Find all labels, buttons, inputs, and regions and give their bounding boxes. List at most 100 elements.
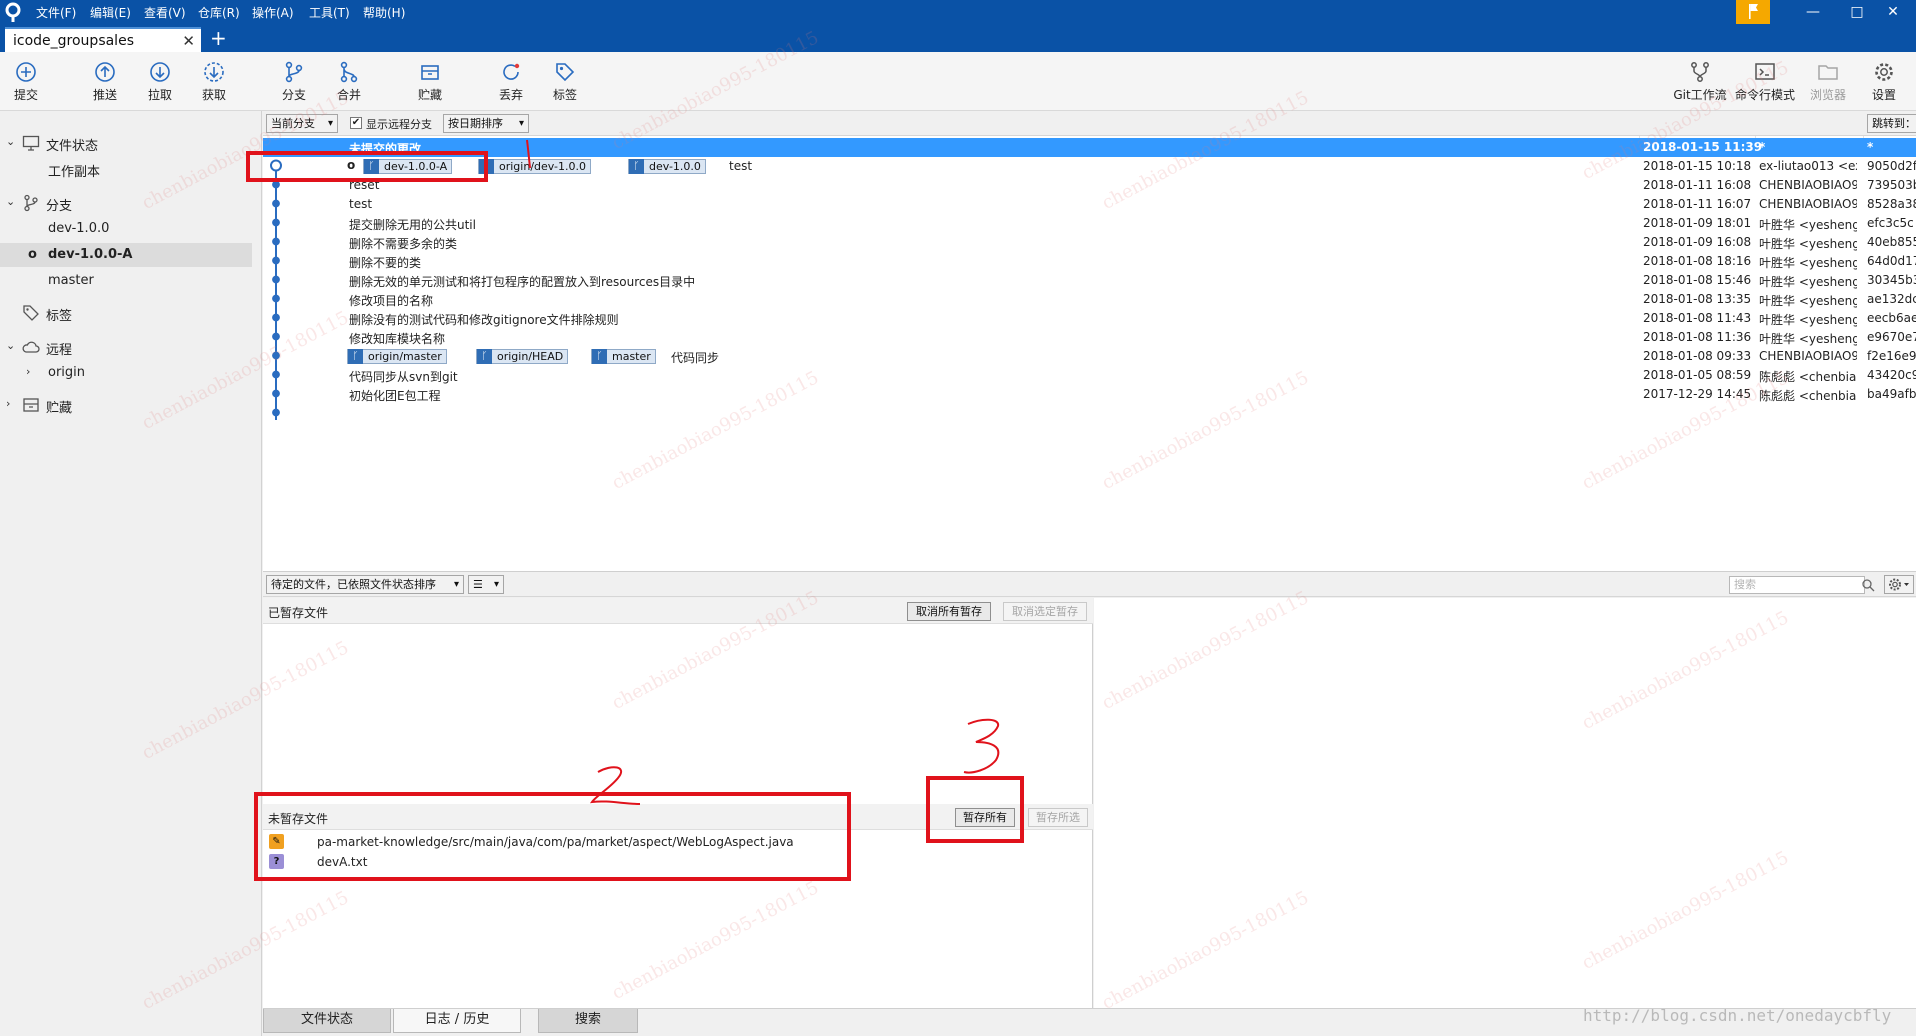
- tab-log-history[interactable]: 日志 / 历史: [393, 1009, 521, 1033]
- uncommitted-changes-row[interactable]: 未提交的更改 2018-01-15 11:39 * *: [263, 138, 1916, 157]
- commit-row[interactable]: test 2018-01-11 16:07 CHENBIAOBIAO9 8528a38: [263, 195, 1916, 214]
- branch-filter-select[interactable]: 当前分支: [266, 114, 338, 133]
- pull-icon: [150, 62, 170, 82]
- commit-description: 代码同步从svn到git: [349, 370, 458, 384]
- commit-author: 叶胜华 <yeshengl: [1759, 294, 1857, 308]
- commit-row[interactable]: 删除没有的测试代码和修改gitignore文件排除规则 2018-01-08 11…: [263, 309, 1916, 328]
- sidebar-item-branch[interactable]: dev-1.0.0: [0, 217, 252, 241]
- fetch-button[interactable]: 获取: [188, 56, 240, 108]
- sidebar-item-branch-current[interactable]: o dev-1.0.0-A: [0, 243, 252, 267]
- chevron-down-icon[interactable]: ⌄: [6, 135, 15, 148]
- push-button[interactable]: 推送: [79, 56, 131, 108]
- minimize-button[interactable]: —: [1790, 0, 1836, 25]
- commit-description: 初始化团E包工程: [349, 389, 441, 403]
- commit-date: 2017-12-29 14:45: [1643, 387, 1752, 401]
- commit-row[interactable]: origin/master origin/HEAD master 代码同步 2018-0…: [263, 347, 1916, 366]
- stage-selected-button[interactable]: 暂存所选: [1028, 808, 1088, 827]
- discard-button[interactable]: 丢弃: [485, 56, 537, 108]
- tab-file-status[interactable]: 文件状态: [263, 1009, 391, 1033]
- chevron-right-icon[interactable]: ›: [6, 397, 10, 410]
- commit-row[interactable]: dev-1.0.0-Aorigin/dev-1.0.0dev-1.0.0otes…: [263, 157, 1916, 176]
- commit-row[interactable]: reset 2018-01-11 16:08 CHENBIAOBIAO9 739503…: [263, 176, 1916, 195]
- commit-date: 2018-01-08 09:33: [1643, 349, 1752, 363]
- repo-tab[interactable]: icode_groupsales ✕: [5, 27, 201, 52]
- settings-button[interactable]: 设置: [1858, 56, 1910, 108]
- branch-tag[interactable]: master: [591, 349, 656, 364]
- sidebar-section-tags[interactable]: 标签: [0, 301, 252, 325]
- tab-search[interactable]: 搜索: [538, 1009, 638, 1033]
- commit-row[interactable]: 修改知库模块名称 2018-01-08 11:36 叶胜华 <yeshengl e96…: [263, 328, 1916, 347]
- commit-description: 删除无效的单元测试和将打包程序的配置放入到resources目录中: [349, 275, 696, 289]
- sidebar-section-stashes[interactable]: › 贮藏: [0, 393, 252, 417]
- chevron-down-icon[interactable]: ⌄: [6, 195, 15, 208]
- commit-row[interactable]: 初始化团E包工程 2017-12-29 14:45 陈彪彪 <chenbiac ba4…: [263, 385, 1916, 404]
- jump-to-select[interactable]: 跳转到：: [1867, 114, 1916, 133]
- menu-actions[interactable]: 操作(A): [252, 4, 294, 21]
- notification-flag-button[interactable]: [1736, 0, 1770, 24]
- menu-view[interactable]: 查看(V): [144, 4, 186, 21]
- commit-row[interactable]: 代码同步从svn到git 2018-01-05 08:59 陈彪彪 <chenbia…: [263, 366, 1916, 385]
- close-window-button[interactable]: ✕: [1870, 0, 1916, 25]
- title-bar: 文件(F) 编辑(E) 查看(V) 仓库(R) 操作(A) 工具(T) 帮助(H…: [0, 0, 1916, 25]
- diff-pane[interactable]: [1094, 598, 1916, 1008]
- file-search-input[interactable]: 搜索: [1729, 576, 1865, 594]
- commit-author: CHENBIAOBIAO9: [1759, 349, 1857, 363]
- unstage-all-button[interactable]: 取消所有暂存: [907, 602, 991, 621]
- branch-tag[interactable]: origin/HEAD: [476, 349, 569, 364]
- commit-row[interactable]: 删除不要的类 2018-01-08 18:16 叶胜华 <yeshengl 64d0d…: [263, 252, 1916, 271]
- commit-date: 2018-01-08 11:43: [1643, 311, 1752, 325]
- sidebar-item-remote[interactable]: › origin: [0, 361, 252, 385]
- commit-date: 2018-01-11 16:07: [1643, 197, 1752, 211]
- branch-tag[interactable]: origin/master: [347, 349, 447, 364]
- chevron-right-icon[interactable]: ›: [26, 365, 30, 378]
- commit-author: 陈彪彪 <chenbiac: [1759, 389, 1857, 403]
- search-icon: [1862, 579, 1875, 592]
- cloud-icon: [22, 341, 40, 353]
- menu-tools[interactable]: 工具(T): [309, 4, 350, 21]
- unstage-selected-button[interactable]: 取消选定暂存: [1003, 602, 1087, 621]
- add-tab-button[interactable]: +: [210, 27, 227, 49]
- show-remote-checkbox[interactable]: ✔: [350, 117, 362, 129]
- annotation-number-3: [963, 718, 1000, 774]
- explorer-button[interactable]: 浏览器: [1802, 56, 1854, 108]
- commit-row[interactable]: 提交删除无用的公共util 2018-01-09 18:01 叶胜华 <yeshen…: [263, 214, 1916, 233]
- merge-button[interactable]: 合并: [323, 56, 375, 108]
- git-flow-button[interactable]: Git工作流: [1670, 56, 1730, 108]
- sort-order-select[interactable]: 按日期排序: [443, 114, 529, 133]
- sidebar-item-branch[interactable]: master: [0, 269, 252, 293]
- commit-hash: 43420c9: [1867, 368, 1916, 382]
- tag-icon: [556, 63, 575, 82]
- commit-row[interactable]: 修改项目的名称 2018-01-08 13:35 叶胜华 <yeshengl ae13…: [263, 290, 1916, 309]
- commit-row[interactable]: 删除不需要多余的类 2018-01-09 16:08 叶胜华 <yeshengl 40…: [263, 233, 1916, 252]
- close-tab-icon[interactable]: ✕: [182, 32, 195, 50]
- commit-row[interactable]: 删除无效的单元测试和将打包程序的配置放入到resources目录中 2018-01…: [263, 271, 1916, 290]
- menu-repository[interactable]: 仓库(R): [198, 4, 240, 21]
- sidebar-section-branches[interactable]: ⌄ 分支: [0, 191, 252, 215]
- commit-author: CHENBIAOBIAO9: [1759, 197, 1857, 211]
- history-pane: 当前分支 ✔ 显示远程分支 按日期排序 跳转到： 图谱 描述 日期 作者 提交 …: [263, 111, 1916, 571]
- sidebar-section-remotes[interactable]: ⌄ 远程: [0, 335, 252, 359]
- commit-hash: 739503b: [1867, 178, 1916, 192]
- gear-icon: [1875, 63, 1893, 81]
- merge-icon: [340, 61, 358, 83]
- chevron-down-icon[interactable]: ⌄: [6, 339, 15, 352]
- branch-tag[interactable]: dev-1.0.0: [628, 159, 706, 174]
- menu-file[interactable]: 文件(F): [36, 4, 76, 21]
- commit-hash: ba49afb: [1867, 387, 1916, 401]
- file-options-menu-button[interactable]: [1884, 575, 1914, 594]
- pending-files-sort-select[interactable]: 待定的文件，已依照文件状态排序: [266, 575, 464, 594]
- stash-button[interactable]: 贮藏: [404, 56, 456, 108]
- menu-edit[interactable]: 编辑(E): [90, 4, 131, 21]
- menu-help[interactable]: 帮助(H): [363, 4, 405, 21]
- commit-button[interactable]: 提交: [0, 56, 52, 108]
- view-mode-select[interactable]: ☰: [468, 575, 504, 594]
- branch-button[interactable]: 分支: [268, 56, 320, 108]
- show-remote-label: 显示远程分支: [366, 118, 432, 131]
- pull-button[interactable]: 拉取: [134, 56, 186, 108]
- commit-date: 2018-01-09 16:08: [1643, 235, 1752, 249]
- tag-button[interactable]: 标签: [539, 56, 591, 108]
- terminal-button[interactable]: 命令行模式: [1732, 56, 1798, 108]
- sidebar-item-working-copy[interactable]: 工作副本: [0, 157, 252, 181]
- sidebar-section-workspace[interactable]: ⌄ 文件状态: [0, 131, 252, 155]
- stash-icon: [421, 65, 439, 80]
